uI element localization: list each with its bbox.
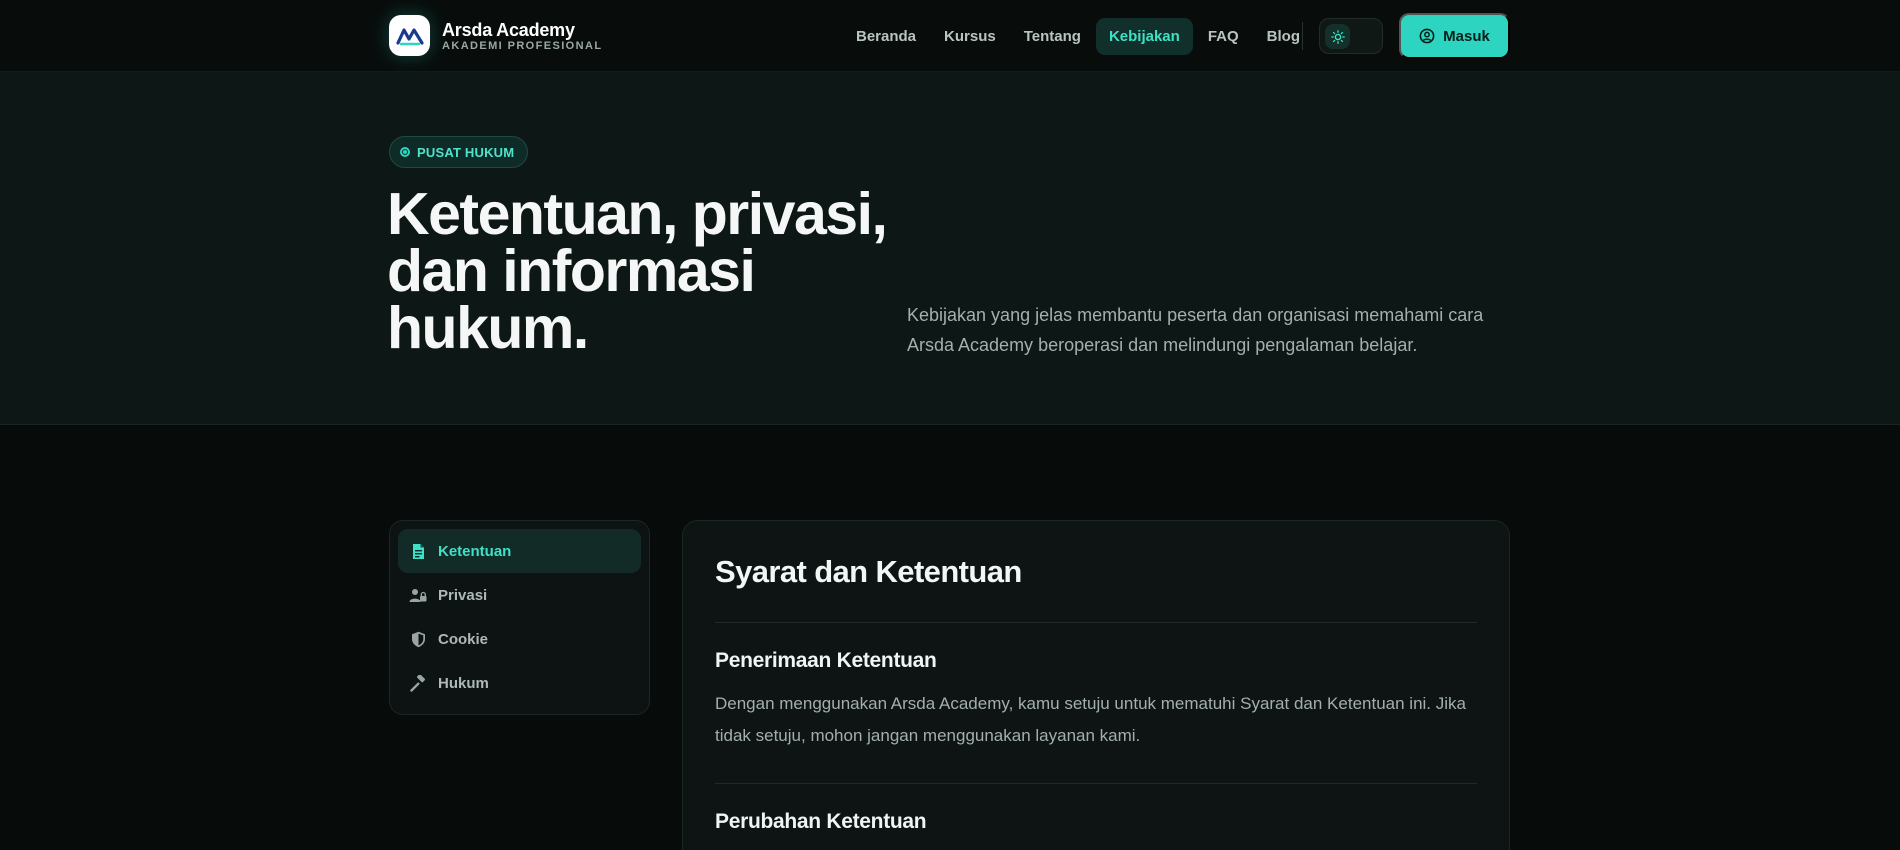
- section-badge: PUSAT HUKUM: [389, 136, 529, 168]
- hero-description: Kebijakan yang jelas membantu peserta da…: [907, 305, 1484, 355]
- sidebar-item-label: Privasi: [438, 586, 488, 604]
- hero-section: PUSAT HUKUM Ketentuan, privasi, dan info…: [0, 72, 1900, 425]
- user-lock-icon: [409, 586, 427, 604]
- top-navigation-bar: Arsda Academy AKADEMI PROFESIONAL Berand…: [0, 0, 1900, 72]
- sidebar-item-label: Ketentuan: [438, 542, 512, 560]
- nav-divider: [1302, 22, 1303, 50]
- badge-dot-icon: [400, 147, 410, 157]
- nav-item-tentang[interactable]: Tentang: [1011, 18, 1094, 55]
- sidebar-item-label: Hukum: [438, 674, 489, 692]
- page-title: Ketentuan, privasi, dan informasi hukum.: [387, 181, 888, 361]
- policy-content-card: Syarat dan Ketentuan Penerimaan Ketentua…: [682, 520, 1510, 850]
- divider: [715, 783, 1477, 784]
- login-button[interactable]: Masuk: [1399, 13, 1510, 59]
- gavel-icon: [409, 674, 427, 692]
- section-heading: Penerimaan Ketentuan: [715, 649, 937, 672]
- shield-icon: [409, 630, 427, 648]
- sidebar-item-cookie[interactable]: Cookie: [398, 617, 641, 661]
- sun-icon: [1325, 24, 1350, 49]
- sidebar-item-privasi[interactable]: Privasi: [398, 573, 641, 617]
- theme-toggle[interactable]: [1319, 18, 1383, 54]
- document-icon: [409, 542, 427, 560]
- nav-item-beranda[interactable]: Beranda: [843, 18, 929, 55]
- content-title: Syarat dan Ketentuan: [715, 554, 1022, 589]
- main-nav: Beranda Kursus Tentang Kebijakan FAQ Blo…: [843, 18, 1315, 55]
- login-button-label: Masuk: [1443, 27, 1490, 45]
- sidebar-item-label: Cookie: [438, 630, 489, 648]
- divider: [715, 622, 1477, 623]
- brand-name: Arsda Academy: [442, 19, 575, 40]
- user-circle-icon: [1419, 28, 1435, 44]
- nav-item-kursus[interactable]: Kursus: [931, 18, 1009, 55]
- nav-item-faq[interactable]: FAQ: [1195, 18, 1252, 55]
- policy-sidebar: Ketentuan Privasi Cookie Hukum: [389, 520, 650, 715]
- nav-item-blog[interactable]: Blog: [1254, 18, 1313, 55]
- section-heading: Perubahan Ketentuan: [715, 810, 927, 833]
- sidebar-item-hukum[interactable]: Hukum: [398, 661, 641, 705]
- sidebar-item-ketentuan[interactable]: Ketentuan: [398, 529, 641, 573]
- arsda-logo-icon: [389, 15, 430, 56]
- nav-item-kebijakan[interactable]: Kebijakan: [1095, 18, 1193, 55]
- section-body: Dengan menggunakan Arsda Academy, kamu s…: [715, 694, 1466, 745]
- brand-tagline: AKADEMI PROFESIONAL: [442, 39, 603, 52]
- brand-logo-link[interactable]: Arsda Academy AKADEMI PROFESIONAL: [389, 15, 602, 56]
- badge-label: PUSAT HUKUM: [417, 144, 515, 160]
